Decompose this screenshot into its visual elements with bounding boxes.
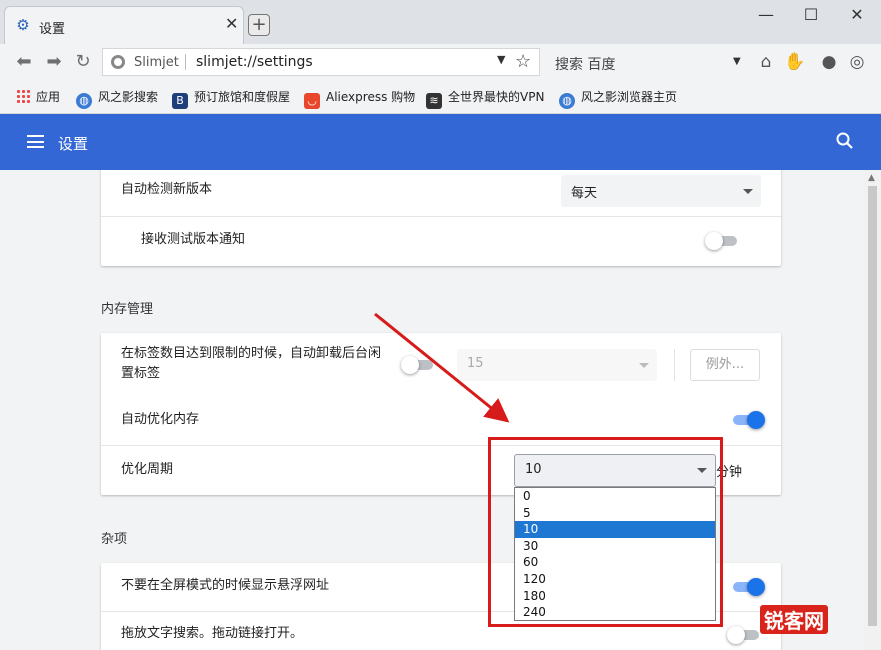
- drag-search-label: 拖放文字搜索。拖动链接打开。: [121, 626, 304, 641]
- toolbar: ⬅ ➡ ↻ Slimjet slimjet://settings ▼ ☆ 搜索 …: [0, 44, 881, 80]
- adblock-hand-icon[interactable]: ✋: [784, 51, 806, 73]
- globe-icon: ◍: [76, 93, 92, 109]
- tab-settings[interactable]: ⚙ 设置 ✕: [4, 6, 244, 44]
- auto-optimize-toggle[interactable]: [731, 411, 765, 429]
- vertical-divider: [674, 349, 675, 381]
- bookmark-item[interactable]: ◍ 风之影搜索: [76, 88, 158, 109]
- scroll-up-icon[interactable]: ▲: [868, 173, 875, 183]
- chevron-down-icon: [743, 189, 753, 194]
- auto-check-select[interactable]: 每天: [561, 175, 761, 207]
- back-icon[interactable]: ⬅: [12, 51, 36, 73]
- memory-section-title: 内存管理: [101, 302, 154, 317]
- beta-row: 接收测试版本通知: [101, 216, 781, 266]
- tab-close-icon[interactable]: ✕: [225, 16, 238, 32]
- aliexpress-icon: ◡: [304, 93, 320, 109]
- bookmark-star-icon[interactable]: ☆: [515, 51, 531, 72]
- search-icon[interactable]: [835, 131, 855, 151]
- search-input[interactable]: 搜索 百度: [555, 54, 615, 74]
- bookmark-item[interactable]: B 预订旅馆和度假屋: [172, 88, 290, 109]
- url-text[interactable]: slimjet://settings: [196, 54, 313, 70]
- exceptions-button[interactable]: 例外...: [690, 349, 760, 381]
- unload-label-line1: 在标签数目达到限制的时候，自动卸载后台闲: [121, 346, 382, 361]
- unload-limit-select[interactable]: 15: [457, 349, 657, 381]
- globe-icon: ◍: [559, 93, 575, 109]
- bookmark-item[interactable]: ≋ 全世界最快的VPN: [426, 88, 544, 109]
- beta-toggle[interactable]: [705, 232, 737, 250]
- address-bar[interactable]: Slimjet slimjet://settings ▼ ☆: [102, 48, 540, 76]
- unload-label-line2: 置标签: [121, 366, 161, 381]
- forward-icon[interactable]: ➡: [42, 51, 66, 73]
- watermark-logo: 锐客网: [752, 593, 874, 643]
- settings-header: 设置: [0, 114, 881, 170]
- watermark-text: 锐客网: [760, 605, 828, 634]
- browser-menu-icon[interactable]: ◎: [846, 51, 868, 73]
- minimize-button[interactable]: —: [748, 4, 784, 26]
- address-separator: [185, 54, 186, 70]
- site-info-icon[interactable]: [111, 55, 125, 69]
- auto-check-value: 每天: [571, 186, 598, 201]
- misc-section-title: 杂项: [101, 532, 128, 547]
- tab-title: 设置: [39, 22, 66, 37]
- update-card: 自动检测新版本 每天 接收测试版本通知: [101, 170, 781, 266]
- user-account-icon[interactable]: ●: [818, 51, 840, 73]
- reload-icon[interactable]: ↻: [71, 51, 95, 73]
- title-bar: ⚙ 设置 ✕ + — ☐ ✕: [0, 0, 881, 44]
- maximize-button[interactable]: ☐: [793, 4, 829, 26]
- new-tab-button[interactable]: +: [248, 14, 270, 36]
- bookmark-item[interactable]: ◍ 风之影浏览器主页: [559, 88, 677, 109]
- unload-row: 在标签数目达到限制的时候，自动卸载后台闲 置标签 15 例外...: [101, 333, 781, 395]
- beta-label: 接收测试版本通知: [141, 232, 246, 247]
- scrollbar[interactable]: ▲: [864, 170, 881, 650]
- apps-grid-icon: [16, 89, 30, 103]
- auto-optimize-label: 自动优化内存: [121, 412, 200, 427]
- bookmark-apps[interactable]: 应用: [16, 88, 60, 106]
- menu-icon[interactable]: [27, 135, 44, 148]
- gear-icon: ⚙: [16, 16, 30, 34]
- no-float-url-label: 不要在全屏模式的时候显示悬浮网址: [121, 578, 330, 593]
- highlight-box: [488, 437, 723, 627]
- scrollbar-thumb[interactable]: [868, 186, 877, 626]
- unload-toggle[interactable]: [401, 356, 433, 374]
- close-window-button[interactable]: ✕: [839, 4, 875, 26]
- booking-icon: B: [172, 93, 188, 109]
- site-name: Slimjet: [134, 55, 179, 70]
- search-box[interactable]: 搜索 百度 ▼: [548, 48, 748, 76]
- chevron-down-icon: [639, 363, 649, 368]
- auto-check-row: 自动检测新版本 每天: [101, 170, 781, 216]
- period-label: 优化周期: [121, 462, 174, 477]
- auto-check-label: 自动检测新版本: [121, 182, 213, 197]
- settings-content: 自动检测新版本 每天 接收测试版本通知 内存管理 在标签数目达到限制的时候，自动…: [0, 170, 864, 650]
- home-icon[interactable]: ⌂: [755, 51, 777, 73]
- bookmarks-bar: 应用 ◍ 风之影搜索 B 预订旅馆和度假屋 ◡ Aliexpress 购物 ≋ 全世界最…: [0, 80, 881, 114]
- bookmark-item[interactable]: ◡ Aliexpress 购物: [304, 88, 415, 109]
- vpn-icon: ≋: [426, 93, 442, 109]
- history-dropdown-icon[interactable]: ▼: [497, 53, 505, 66]
- unload-limit-value: 15: [467, 356, 484, 371]
- search-engine-dropdown-icon[interactable]: ▼: [733, 56, 741, 67]
- page-title: 设置: [58, 135, 89, 153]
